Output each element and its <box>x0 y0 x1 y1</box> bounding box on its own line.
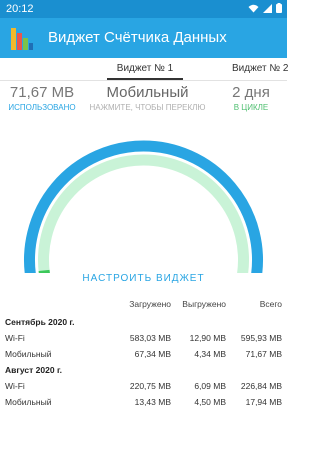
used-stat: 71,67 MB ИСПОЛЬЗОВАНО <box>2 84 82 112</box>
usage-value: 220,75 MB <box>129 381 171 391</box>
app-logo-icon <box>11 28 33 50</box>
table-row: Wi-Fi 583,03 MB 12,90 MB 595,93 MB <box>0 330 287 346</box>
status-bar: 20:12 <box>0 0 287 18</box>
month-title: Сентябрь 2020 г. <box>5 317 75 327</box>
usage-value: 71,67 MB <box>245 349 282 359</box>
usage-value: 67,34 MB <box>134 349 171 359</box>
signal-icon <box>263 3 272 13</box>
wifi-icon <box>248 4 259 12</box>
network-hint: НАЖМИТЕ, ЧТОБЫ ПЕРЕКЛЮ <box>89 103 206 112</box>
used-label: ИСПОЛЬЗОВАНО <box>8 103 76 112</box>
network-name: Wi-Fi <box>5 381 25 391</box>
network-value: Мобильный <box>106 84 189 101</box>
column-header: Выгружено <box>182 299 226 309</box>
battery-icon <box>276 3 282 13</box>
usage-value: 12,90 MB <box>189 333 226 343</box>
cycle-stat: 2 дня В ЦИКЛЕ <box>218 84 284 112</box>
column-header: Загружено <box>129 299 171 309</box>
network-name: Мобильный <box>5 349 52 359</box>
used-value: 71,67 MB <box>9 84 75 101</box>
usage-value: 583,03 MB <box>129 333 171 343</box>
status-time: 20:12 <box>6 3 34 15</box>
table-header-row: Загружено Выгружено Всего <box>0 296 287 314</box>
app-bar: Виджет Счётчика Данных <box>0 18 287 58</box>
usage-value: 595,93 MB <box>240 333 282 343</box>
app-title: Виджет Счётчика Данных <box>48 29 227 46</box>
stats-row: 71,67 MB ИСПОЛЬЗОВАНО Мобильный НАЖМИТЕ,… <box>0 84 287 120</box>
configure-widget-button[interactable]: НАСТРОИТЬ ВИДЖЕТ <box>0 273 287 284</box>
table-row: Мобильный 13,43 MB 4,50 MB 17,94 MB <box>0 394 287 410</box>
table-row: Мобильный 67,34 MB 4,34 MB 71,67 MB <box>0 346 287 362</box>
month-section-title: Сентябрь 2020 г. <box>0 314 287 330</box>
usage-value: 13,43 MB <box>134 397 171 407</box>
tab-widget-2[interactable]: Виджет № 2 <box>232 63 288 74</box>
tab-bar: Виджет № 1 Виджет № 2 <box>0 58 288 81</box>
month-section-title: Август 2020 г. <box>0 362 287 378</box>
usage-table: Загружено Выгружено Всего Сентябрь 2020 г. W… <box>0 296 287 410</box>
network-name: Мобильный <box>5 397 52 407</box>
cycle-value: 2 дня <box>232 84 270 101</box>
usage-gauge <box>24 140 263 273</box>
usage-value: 17,94 MB <box>245 397 282 407</box>
usage-value: 4,34 MB <box>194 349 226 359</box>
column-header: Всего <box>259 299 282 309</box>
cycle-label: В ЦИКЛЕ <box>233 103 269 112</box>
status-icons <box>248 3 282 13</box>
usage-value: 6,09 MB <box>194 381 226 391</box>
usage-value: 226,84 MB <box>240 381 282 391</box>
tab-widget-1[interactable]: Виджет № 1 <box>107 63 183 80</box>
usage-value: 4,50 MB <box>194 397 226 407</box>
network-switch[interactable]: Мобильный НАЖМИТЕ, ЧТОБЫ ПЕРЕКЛЮ <box>80 84 215 112</box>
month-title: Август 2020 г. <box>5 365 62 375</box>
network-name: Wi-Fi <box>5 333 25 343</box>
table-row: Wi-Fi 220,75 MB 6,09 MB 226,84 MB <box>0 378 287 394</box>
